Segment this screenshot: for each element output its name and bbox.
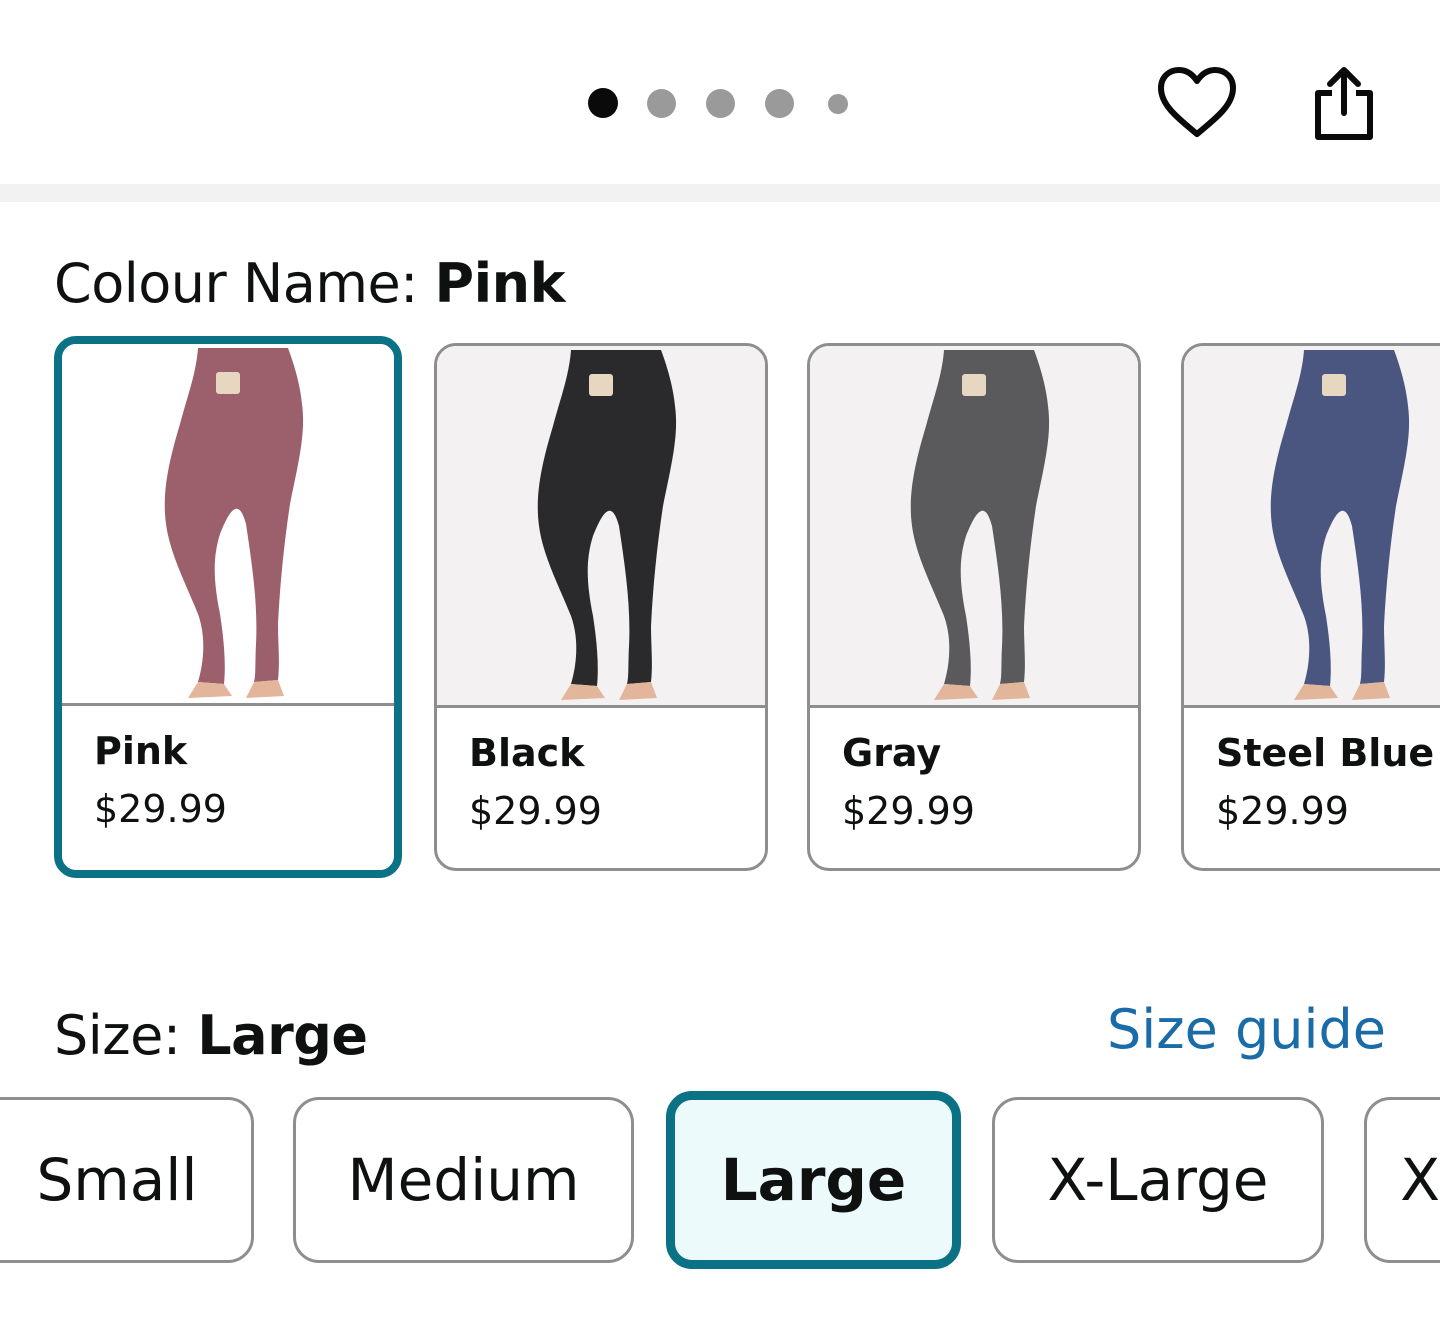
colour-swatch-black[interactable]: Black $29.99	[434, 343, 768, 871]
heart-icon	[1158, 67, 1236, 137]
size-option-medium[interactable]: Medium	[293, 1097, 634, 1263]
size-option-x-large[interactable]: X-Large	[992, 1097, 1324, 1263]
share-icon	[1315, 67, 1373, 140]
favorite-button[interactable]	[1155, 64, 1239, 142]
carousel-dot[interactable]	[706, 89, 735, 118]
swatch-name: Steel Blue	[1216, 731, 1435, 775]
swatch-image	[62, 344, 394, 706]
colour-swatch-steel-blue[interactable]: Steel Blue $29.99	[1181, 343, 1440, 871]
leggings-image	[1270, 350, 1410, 700]
size-option-next[interactable]: X	[1364, 1097, 1440, 1263]
size-label: Size: Large	[54, 1004, 368, 1067]
carousel-dot[interactable]	[647, 89, 676, 118]
colour-label-text: Colour Name:	[54, 252, 435, 315]
swatch-price: $29.99	[469, 789, 602, 833]
size-option-small[interactable]: Small	[0, 1097, 254, 1263]
swatch-image	[1184, 346, 1440, 708]
section-divider	[0, 184, 1440, 202]
leggings-image	[537, 350, 677, 700]
top-bar	[0, 0, 1440, 184]
size-label-text: Size:	[54, 1004, 198, 1067]
swatch-price: $29.99	[94, 787, 227, 831]
swatch-image	[437, 346, 765, 708]
colour-swatch-gray[interactable]: Gray $29.99	[807, 343, 1141, 871]
leggings-image	[164, 348, 304, 698]
colour-swatch-pink[interactable]: Pink $29.99	[54, 336, 402, 878]
size-selected-value: Large	[197, 1004, 368, 1067]
carousel-dot[interactable]	[588, 88, 618, 118]
swatch-name: Gray	[842, 731, 942, 775]
swatch-image	[810, 346, 1138, 708]
carousel-dot[interactable]	[828, 94, 848, 114]
colour-selected-value: Pink	[434, 252, 566, 315]
size-guide-link[interactable]: Size guide	[1107, 998, 1386, 1061]
swatch-name: Black	[469, 731, 585, 775]
leggings-image	[910, 350, 1050, 700]
swatch-name: Pink	[94, 729, 188, 773]
colour-name-label: Colour Name: Pink	[54, 252, 566, 315]
carousel-dot[interactable]	[765, 89, 794, 118]
swatch-price: $29.99	[842, 789, 975, 833]
size-option-large[interactable]: Large	[666, 1091, 961, 1269]
swatch-price: $29.99	[1216, 789, 1349, 833]
share-button[interactable]	[1308, 64, 1380, 144]
